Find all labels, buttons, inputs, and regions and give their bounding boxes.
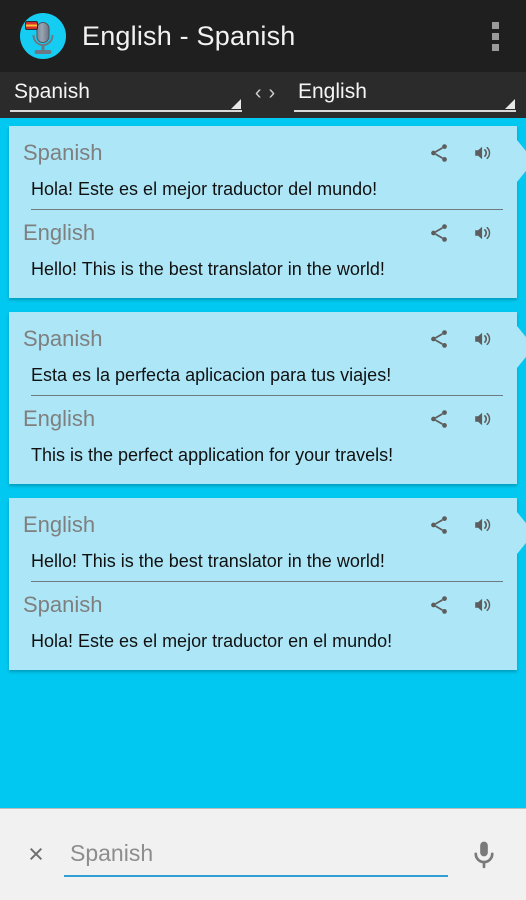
overflow-dot-icon	[491, 21, 499, 29]
app-microphone-icon	[20, 13, 66, 59]
share-button[interactable]	[417, 508, 461, 542]
target-language-label: English	[298, 80, 367, 103]
action-bar: English - Spanish	[0, 0, 526, 72]
share-button[interactable]	[417, 402, 461, 436]
speak-button[interactable]	[461, 216, 505, 250]
segment-language-label: Spanish	[23, 326, 103, 351]
target-language-spinner[interactable]: English	[294, 78, 516, 112]
source-language-label: Spanish	[14, 80, 90, 103]
page-title: English - Spanish	[82, 20, 296, 51]
segment-language-label: Spanish	[23, 592, 103, 617]
translator-app-window: English - Spanish Spanish ‹ › English Sp…	[0, 0, 526, 900]
segment-text: Hola! Este es el mejor traductor en el m…	[31, 631, 393, 651]
conversation-card[interactable]: Spanish Esta es la perfecta aplicacion p…	[9, 312, 526, 484]
conversation-list[interactable]: Spanish Hola! Este es el mejor traductor…	[0, 118, 526, 808]
translation-segment: English This is the perfect application …	[9, 396, 517, 474]
share-button[interactable]	[417, 136, 461, 170]
dropdown-caret-icon	[505, 99, 515, 109]
segment-language-label: English	[23, 512, 96, 537]
translation-segment: Spanish Hola! Este es el mejor traductor…	[9, 582, 517, 660]
overflow-dot-icon	[491, 43, 499, 51]
segment-language-label: English	[23, 406, 96, 431]
overflow-dot-icon	[491, 32, 499, 40]
translation-segment: English Hello! This is the best translat…	[9, 210, 517, 288]
segment-text: Esta es la perfecta aplicacion para tus …	[31, 365, 392, 385]
speak-button[interactable]	[461, 508, 505, 542]
speak-button[interactable]	[461, 136, 505, 170]
dropdown-caret-icon	[231, 99, 241, 109]
share-button[interactable]	[417, 216, 461, 250]
segment-header: English	[9, 210, 517, 252]
segment-text: Hola! Este es el mejor traductor del mun…	[31, 179, 378, 199]
translation-segment: English Hello! This is the best translat…	[9, 502, 517, 582]
clear-button[interactable]: ×	[14, 833, 58, 877]
segment-language-label: English	[23, 220, 96, 245]
chevron-left-icon: ‹	[254, 82, 262, 104]
speak-button[interactable]	[461, 588, 505, 622]
chevron-right-icon: ›	[268, 82, 276, 104]
segment-header: English	[9, 502, 517, 544]
segment-text: Hello! This is the best translator in th…	[31, 551, 385, 571]
language-selector-bar: Spanish ‹ › English	[0, 72, 526, 118]
conversation-card[interactable]: English Hello! This is the best translat…	[9, 498, 526, 670]
microphone-icon	[474, 841, 494, 868]
segment-text: Hello! This is the best translator in th…	[31, 259, 385, 279]
segment-header: Spanish	[9, 582, 517, 624]
source-language-spinner[interactable]: Spanish	[10, 78, 242, 112]
share-button[interactable]	[417, 588, 461, 622]
mic-base-shape	[34, 50, 52, 54]
translation-segment: Spanish Esta es la perfecta aplicacion p…	[9, 316, 517, 396]
segment-text: This is the perfect application for your…	[31, 445, 394, 465]
flag-badge-icon	[25, 21, 38, 30]
conversation-card[interactable]: Spanish Hola! Este es el mejor traductor…	[9, 126, 526, 298]
voice-input-button[interactable]	[456, 827, 512, 883]
swap-languages-button[interactable]: ‹ ›	[242, 83, 288, 107]
speak-button[interactable]	[461, 322, 505, 356]
input-bar: × Spanish	[0, 808, 526, 900]
input-placeholder: Spanish	[70, 840, 154, 866]
segment-header: Spanish	[9, 316, 517, 358]
segment-header: English	[9, 396, 517, 438]
share-button[interactable]	[417, 322, 461, 356]
segment-language-label: Spanish	[23, 140, 103, 165]
speak-button[interactable]	[461, 402, 505, 436]
segment-header: Spanish	[9, 130, 517, 172]
translation-segment: Spanish Hola! Este es el mejor traductor…	[9, 130, 517, 210]
translation-input-field[interactable]: Spanish	[64, 833, 448, 877]
overflow-menu-button[interactable]	[478, 13, 512, 59]
